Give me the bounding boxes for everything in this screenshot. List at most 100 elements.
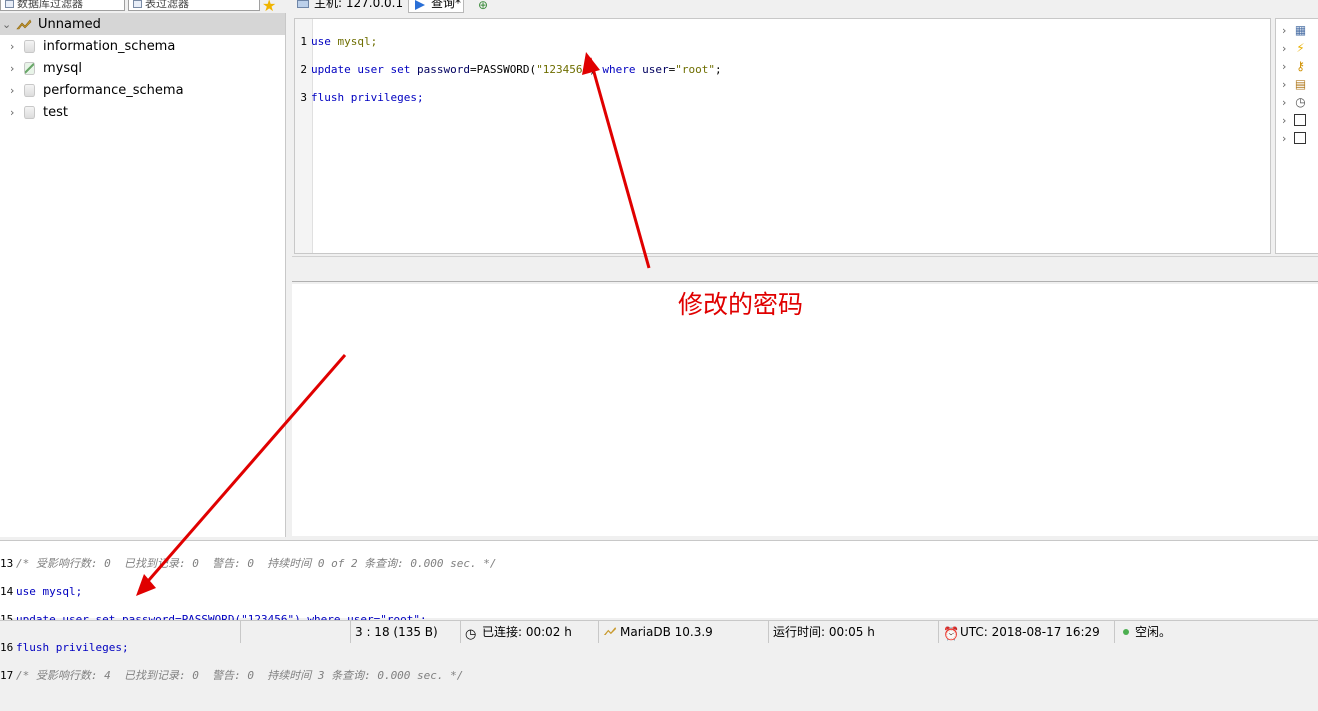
chevron-right-icon[interactable]: › <box>1282 42 1294 55</box>
status-server-text: MariaDB 10.3.9 <box>620 625 713 639</box>
checkbox-icon[interactable] <box>1294 132 1306 144</box>
database-tree: ⌄ Unnamed › information_schema › mysql ›… <box>0 13 286 537</box>
status-state: 空闲。 <box>1114 621 1318 643</box>
history-clock-icon: ◷ <box>1295 95 1306 109</box>
database-icon <box>24 39 35 53</box>
editor-splitter[interactable] <box>292 256 1318 282</box>
host-icon <box>297 0 309 8</box>
status-position-text: 3 : 18 (135 B) <box>355 625 438 639</box>
chevron-right-icon[interactable]: › <box>10 40 22 53</box>
chevron-right-icon[interactable]: › <box>1282 132 1294 145</box>
tree-item-database[interactable]: › information_schema <box>0 35 285 57</box>
table-icon <box>133 0 142 8</box>
alarm-clock-icon: ⏰ <box>943 627 960 642</box>
log-line: 13/* 受影响行数: 0 已找到记录: 0 警告: 0 持续时间 0 of 2… <box>0 557 497 571</box>
code-token: where <box>602 63 643 76</box>
status-blank <box>240 621 350 643</box>
helper-item[interactable]: › ⚡ <box>1282 39 1307 57</box>
database-label: performance_schema <box>43 82 184 98</box>
database-label: test <box>43 104 68 120</box>
tree-item-database[interactable]: › test <box>0 101 285 123</box>
tree-item-database[interactable]: › performance_schema <box>0 79 285 101</box>
sql-editor[interactable]: 1 use mysql; 2 update user set password=PA… <box>294 18 1271 254</box>
chevron-right-icon[interactable]: › <box>1282 96 1294 109</box>
status-uptime: 运行时间: 00:05 h <box>768 621 938 643</box>
database-label: information_schema <box>43 38 176 54</box>
code-token: "root" <box>675 63 716 76</box>
helper-item[interactable]: › ◷ <box>1282 93 1307 111</box>
code-token: user <box>642 63 669 76</box>
log-text: /* 受影响行数: 4 已找到记录: 0 警告: 0 持续时间 3 条查询: 0… <box>16 669 464 682</box>
checkbox-icon[interactable] <box>1294 114 1306 126</box>
snippet-icon: ▤ <box>1294 77 1307 91</box>
helper-item[interactable]: › <box>1282 129 1306 147</box>
chevron-right-icon[interactable]: › <box>10 106 22 119</box>
helper-item[interactable]: › <box>1282 111 1306 129</box>
key-icon: ⚷ <box>1296 59 1305 73</box>
status-utc: ⏰UTC: 2018-08-17 16:29 <box>938 621 1114 643</box>
helper-item[interactable]: › ▦ <box>1282 21 1307 39</box>
database-label: mysql <box>43 60 82 76</box>
line-number: 3 <box>300 91 307 104</box>
status-position: 3 : 18 (135 B) <box>350 621 460 643</box>
code-line: 2 update user set password=PASSWORD("1234… <box>299 63 722 77</box>
tab-query-label: 查询* <box>431 0 462 10</box>
log-line: 16 flush privileges; <box>0 641 497 655</box>
code-token: password <box>416 63 470 76</box>
helper-item[interactable]: › ▤ <box>1282 75 1307 93</box>
line-number: 16 <box>0 641 14 654</box>
tree-item-database[interactable]: › mysql <box>0 57 285 79</box>
database-icon <box>24 105 35 119</box>
log-text: use mysql; <box>16 585 83 598</box>
status-connected: ◷ 已连接: 00:02 h <box>460 621 598 643</box>
chevron-right-icon[interactable]: › <box>1282 114 1294 127</box>
code-token: ; <box>715 63 722 76</box>
tab-query[interactable]: 查询* <box>408 0 464 13</box>
code-token: mysql; <box>330 35 378 48</box>
code-token: "123456" <box>536 63 590 76</box>
table-icon: ▦ <box>1294 23 1307 37</box>
tree-root-session[interactable]: ⌄ Unnamed <box>0 13 285 35</box>
play-icon <box>415 0 425 10</box>
status-uptime-text: 运行时间: 00:05 h <box>773 625 875 639</box>
code-token: flush privileges; <box>311 91 424 104</box>
tab-host-label: 主机: 127.0.0.1 <box>314 0 404 10</box>
main-tabbar: 主机: 127.0.0.1 查询* ⊕ <box>292 0 1318 14</box>
code-token: update user set <box>311 63 417 76</box>
table-filter-tab[interactable]: 表过滤器 <box>128 0 260 11</box>
chevron-right-icon[interactable]: › <box>1282 24 1294 37</box>
table-filter-label: 表过滤器 <box>145 0 189 10</box>
chevron-right-icon[interactable]: › <box>1282 78 1294 91</box>
server-icon <box>603 627 617 635</box>
session-name: Unnamed <box>38 16 101 32</box>
helper-item[interactable]: › ⚷ <box>1282 57 1307 75</box>
status-state-text: 空闲。 <box>1135 625 1172 639</box>
editor-code[interactable]: 1 use mysql; 2 update user set password=PA… <box>299 21 722 133</box>
helper-panel: › ▦ › ⚡ › ⚷ › ▤ › ◷ › › <box>1275 18 1318 254</box>
database-filter-tab[interactable]: 数据库过滤器 <box>0 0 125 11</box>
filter-icon <box>5 0 14 8</box>
line-number: 13 <box>0 557 14 570</box>
code-token: =PASSWORD( <box>469 63 537 76</box>
tab-host[interactable]: 主机: 127.0.0.1 <box>292 0 405 13</box>
status-server: MariaDB 10.3.9 <box>598 621 768 643</box>
log-line: 14 use mysql; <box>0 585 497 599</box>
line-number: 1 <box>300 35 307 48</box>
log-text: flush privileges; <box>16 641 129 654</box>
code-token: use <box>311 35 331 48</box>
new-query-tab-icon[interactable]: ⊕ <box>478 0 492 12</box>
database-filter-label: 数据库过滤器 <box>17 0 83 10</box>
status-utc-text: UTC: 2018-08-17 16:29 <box>960 625 1100 639</box>
code-token: ) <box>589 63 603 76</box>
chevron-right-icon[interactable]: › <box>10 84 22 97</box>
chevron-right-icon[interactable]: › <box>1282 60 1294 73</box>
code-line: 1 use mysql; <box>299 35 722 49</box>
log-line: 17/* 受影响行数: 4 已找到记录: 0 警告: 0 持续时间 3 条查询:… <box>0 669 497 683</box>
database-icon <box>24 83 35 97</box>
chevron-right-icon[interactable]: › <box>10 62 22 75</box>
status-bar: 3 : 18 (135 B) ◷ 已连接: 00:02 h MariaDB 10.… <box>0 620 1318 643</box>
line-number: 17 <box>0 669 14 682</box>
lightning-icon: ⚡ <box>1296 41 1305 55</box>
status-connected-text: 已连接: 00:02 h <box>482 625 572 639</box>
chevron-down-icon[interactable]: ⌄ <box>2 18 14 31</box>
